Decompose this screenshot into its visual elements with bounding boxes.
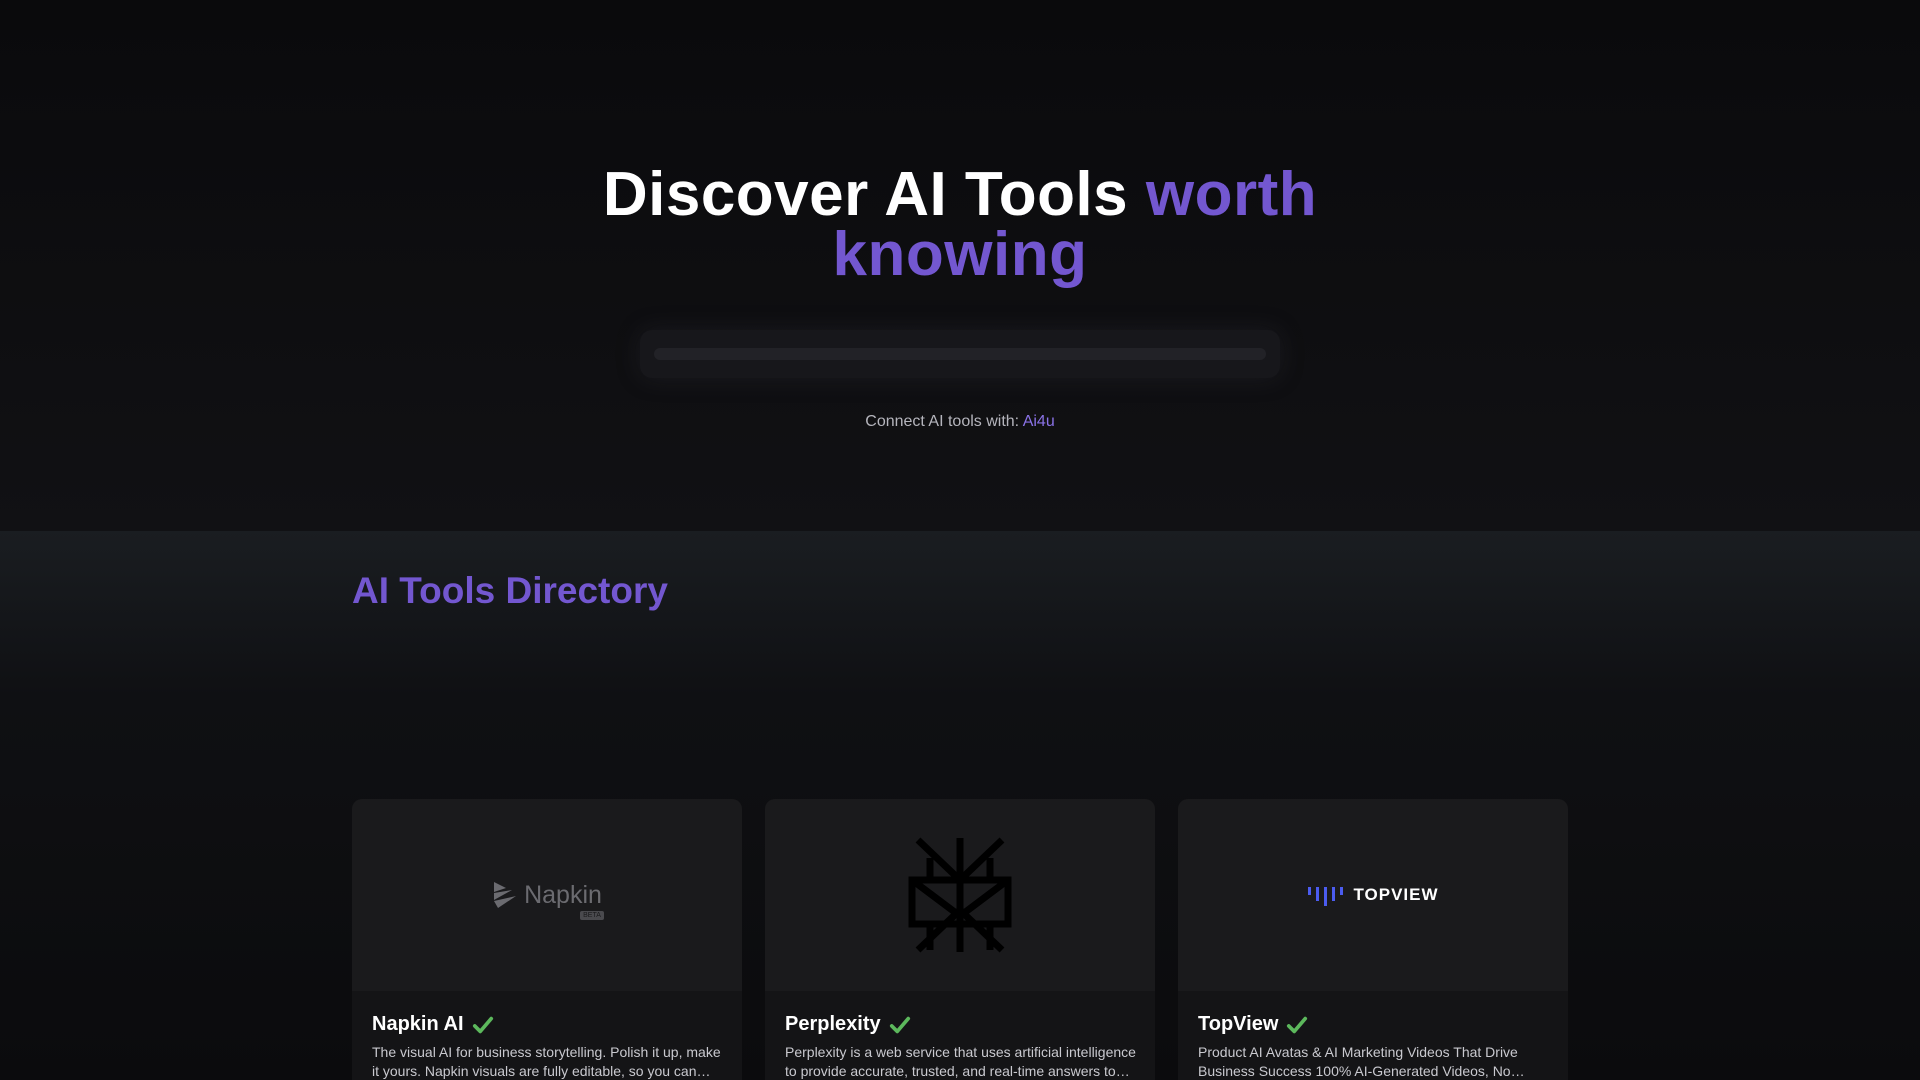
tool-card-description: Product AI Avatas & AI Marketing Videos … xyxy=(1198,1044,1518,1079)
tool-card-thumbnail: TOPVIEW xyxy=(1178,799,1568,991)
directory-title: AI Tools Directory xyxy=(352,570,668,611)
tool-card-description: Perplexity is a web service that uses ar… xyxy=(785,1044,1136,1079)
tool-card-thumbnail xyxy=(765,799,1155,991)
tool-card-topview[interactable]: TOPVIEW TopView Product AI Avatas & AI M… xyxy=(1178,799,1568,1080)
perplexity-logo-icon xyxy=(908,837,1012,953)
napkin-logo-text: Napkin xyxy=(524,880,602,909)
check-mark-button-icon xyxy=(472,1016,493,1033)
hero-title: Discover AI Tools worth knowing xyxy=(0,164,1920,289)
tool-card-name[interactable]: TopView xyxy=(1198,1013,1308,1036)
napkin-logo: Napkin BETA xyxy=(492,880,604,920)
search-bar-inner xyxy=(654,348,1266,360)
tool-card-name[interactable]: Perplexity xyxy=(785,1013,911,1036)
topview-logo-icon xyxy=(1308,887,1344,906)
tool-name-text: Napkin AI xyxy=(372,1013,464,1035)
ai4u-link[interactable]: Ai4u xyxy=(1023,413,1055,430)
napkin-logo-tag: BETA xyxy=(580,910,604,920)
connect-text: Connect AI tools with: Ai4u xyxy=(0,413,1920,431)
tool-card-name[interactable]: Napkin AI xyxy=(372,1013,494,1036)
topview-logo-text: TOPVIEW xyxy=(1353,885,1439,904)
napkin-logo-icon xyxy=(494,882,517,908)
tool-card-napkin-ai[interactable]: Napkin BETA Napkin AI The visual AI for … xyxy=(352,799,742,1080)
connect-prefix: Connect AI tools with: xyxy=(865,413,1023,430)
check-mark-button-icon xyxy=(889,1016,910,1033)
check-mark-button-icon xyxy=(1287,1016,1308,1033)
hero-title-accent-1: worth xyxy=(1145,160,1318,229)
tool-card-description: The visual AI for business storytelling.… xyxy=(372,1044,721,1079)
search-bar-placeholder[interactable] xyxy=(640,330,1280,378)
topview-logo: TOPVIEW xyxy=(1307,884,1438,906)
tool-card-perplexity[interactable]: Perplexity Perplexity is a web service t… xyxy=(765,799,1155,1080)
tool-name-text: TopView xyxy=(1198,1013,1279,1035)
hero-title-accent-2: knowing xyxy=(832,220,1088,289)
tool-name-text: Perplexity xyxy=(785,1013,881,1035)
hero-title-main: Discover AI Tools xyxy=(602,160,1129,229)
tool-card-thumbnail: Napkin BETA xyxy=(352,799,742,991)
